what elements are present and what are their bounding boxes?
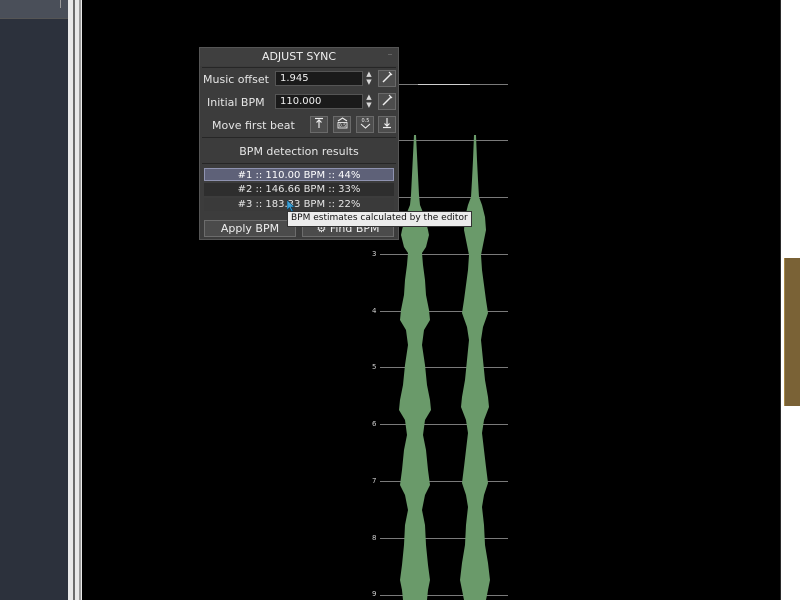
svg-text:0.5: 0.5 (361, 118, 369, 124)
music-offset-label: Music offset (203, 73, 269, 86)
move-beat-up-button[interactable] (310, 116, 328, 133)
move-first-beat-label: Move first beat (212, 119, 295, 132)
beat-number: 5 (372, 363, 377, 371)
divider (202, 137, 396, 138)
pin-icon[interactable]: ⎯ (388, 50, 392, 60)
sidebar-tick (60, 0, 61, 8)
beat-number: 7 (372, 477, 377, 485)
results-title: BPM detection results (239, 145, 359, 158)
magic-wand-icon (382, 94, 393, 106)
waveform-left (399, 135, 431, 600)
panel-title: ADJUST SYNC (200, 48, 398, 66)
divider (202, 67, 396, 68)
left-sidebar (0, 0, 68, 600)
bpm-result-row[interactable]: #1 :: 110.00 BPM :: 44% (204, 168, 394, 181)
beat-number: 4 (372, 307, 377, 315)
arrow-up-icon (315, 117, 323, 128)
move-half-beat-button[interactable]: 0.5 (356, 116, 374, 133)
beat-0.5-icon: 0.5 (360, 118, 370, 129)
beat-number: 6 (372, 420, 377, 428)
divider (202, 163, 396, 164)
beat-number: 8 (372, 534, 377, 542)
initial-bpm-input[interactable]: 110.000 (275, 94, 363, 109)
waveform-right (460, 135, 490, 600)
music-offset-input[interactable]: 1.945 (275, 71, 363, 86)
initial-bpm-label: Initial BPM (207, 96, 265, 109)
initial-bpm-wand-button[interactable] (378, 93, 396, 110)
move-beat-down-button[interactable] (378, 116, 396, 133)
music-offset-spinner[interactable]: ▲ ▼ (364, 70, 374, 87)
move-half-bar-button[interactable]: 0.5 (333, 116, 351, 133)
tooltip: BPM estimates calculated by the editor (287, 211, 472, 227)
mouse-cursor-icon (287, 200, 295, 212)
selection-marker (418, 84, 470, 85)
left-sidebar-header (0, 0, 68, 19)
apply-bpm-button[interactable]: Apply BPM (204, 220, 296, 237)
beat-number: 9 (372, 590, 377, 598)
music-offset-wand-button[interactable] (378, 70, 396, 87)
beat-number: 3 (372, 250, 377, 258)
arrow-down-icon (383, 118, 391, 129)
magic-wand-icon (382, 71, 393, 83)
bpm-result-row[interactable]: #3 :: 183.33 BPM :: 22% (204, 198, 394, 211)
initial-bpm-spinner[interactable]: ▲ ▼ (364, 93, 374, 110)
vertical-scrollbar[interactable] (784, 258, 800, 406)
sidebar-splitter[interactable] (68, 0, 82, 600)
bar-0.5-icon: 0.5 (337, 117, 347, 129)
bpm-result-row[interactable]: #2 :: 146.66 BPM :: 33% (204, 183, 394, 196)
svg-text:0.5: 0.5 (338, 123, 345, 129)
